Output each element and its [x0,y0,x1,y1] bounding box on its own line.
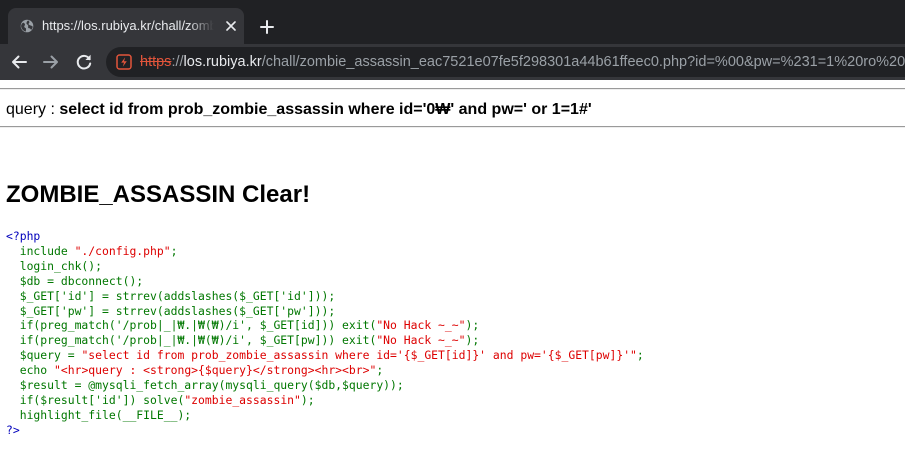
url-path: /chall/zombie_assassin_eac7521e07fe5f298… [261,54,905,70]
horizontal-rule-bottom [0,126,905,128]
php-open-tag: <?php [6,229,41,243]
source-line: $db = dbconnect(); [6,273,144,288]
string-literal: "No Hack ~_~" [376,318,466,333]
source-line: include "./config.php"; [6,243,178,258]
query-value: select id from prob_zombie_assassin wher… [59,101,592,118]
tab-strip: https://los.rubiya.kr/chall/zombie_assas… [0,0,905,44]
browser-tab-active[interactable]: https://los.rubiya.kr/chall/zombie_assas… [8,8,244,44]
close-icon[interactable] [222,17,240,35]
php-source-code: <?php include "./config.php"; login_chk(… [6,229,644,438]
string-literal: "./config.php" [74,243,171,258]
not-secure-warning-icon[interactable] [116,54,132,70]
source-line: $_GET['id'] = strrev(addslashes($_GET['i… [6,288,336,303]
source-line: $result = @mysqli_fetch_array(mysqli_que… [6,378,404,393]
string-literal: "select id from prob_zombie_assassin whe… [81,348,637,363]
string-literal: "<hr>query : <strong>{$query}</strong><h… [54,363,377,378]
browser-toolbar: https://los.rubiya.kr/chall/zombie_assas… [0,44,905,80]
globe-icon [20,19,34,33]
source-line: $_GET['pw'] = strrev(addslashes($_GET['p… [6,303,336,318]
php-close-tag: ?> [6,422,20,437]
address-bar[interactable]: https://los.rubiya.kr/chall/zombie_assas… [106,47,905,77]
source-line: if($result['id']) solve("zombie_assassin… [6,392,315,407]
plus-icon[interactable] [256,16,278,38]
reload-icon[interactable] [72,50,96,74]
string-literal: "zombie_assassin" [184,392,301,407]
url-scheme: https [140,54,172,70]
url-text[interactable]: https://los.rubiya.kr/chall/zombie_assas… [140,53,905,71]
source-line: echo "<hr>query : <strong>{$query}</stro… [6,363,384,378]
horizontal-rule-top [0,88,905,90]
query-label: query : [6,101,60,118]
source-line: login_chk(); [6,258,103,273]
forward-arrow-icon[interactable] [39,50,63,74]
source-line: if(preg_match('/prob|_|₩.|₩(₩)/i', $_GET… [6,333,480,348]
source-line: $query = "select id from prob_zombie_ass… [6,348,644,363]
string-literal: "No Hack ~_~" [376,333,466,348]
clear-heading: ZOMBIE_ASSASSIN Clear! [6,181,311,208]
source-line: highlight_file(__FILE__); [6,407,192,422]
back-arrow-icon[interactable] [7,50,31,74]
source-line: if(preg_match('/prob|_|₩.|₩(₩)/i', $_GET… [6,318,480,333]
url-host: los.rubiya.kr [183,54,262,70]
tab-title: https://los.rubiya.kr/chall/zombie_assas… [42,18,214,33]
query-output: query : select id from prob_zombie_assas… [6,99,592,121]
url-separator: :// [171,54,184,70]
